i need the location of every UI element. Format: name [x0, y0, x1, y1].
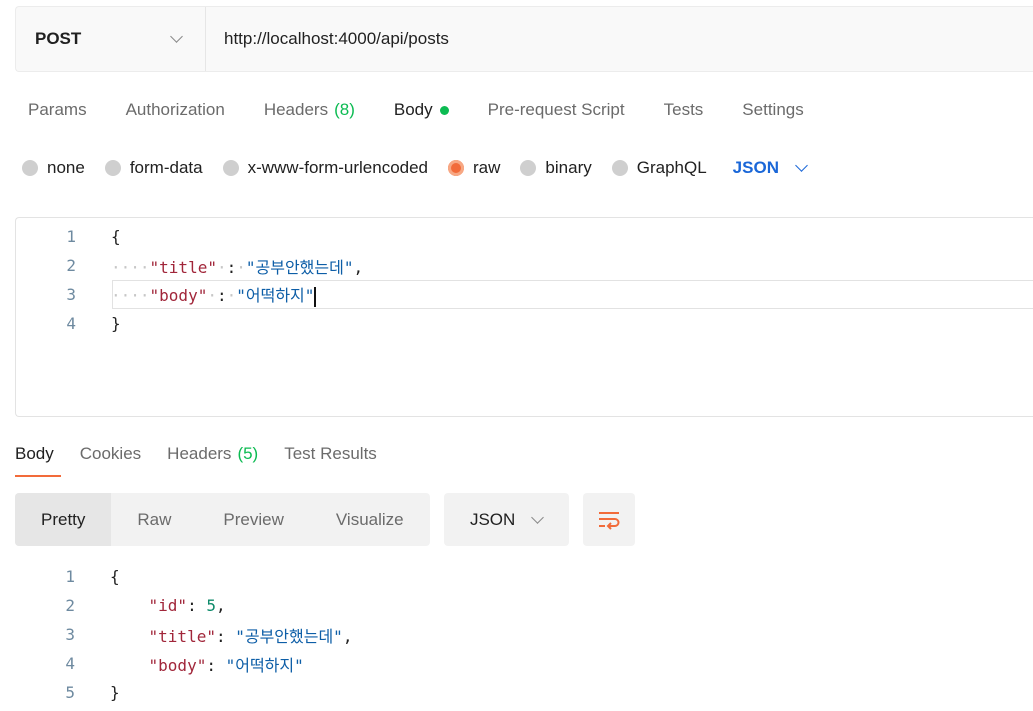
code-line: 3 "title": "공부안했는데",: [15, 620, 1033, 649]
tab-params[interactable]: Params: [28, 100, 87, 120]
code-line: 1 {: [15, 562, 1033, 591]
tab-authorization[interactable]: Authorization: [126, 100, 225, 120]
tab-body[interactable]: Body: [394, 100, 449, 120]
request-body-editor[interactable]: 1 { 2 ····"title"·:·"공부안했는데", 3 ····"bod…: [15, 217, 1033, 417]
radio-binary[interactable]: binary: [520, 158, 592, 178]
code-line: 2 ····"title"·:·"공부안했는데",: [16, 251, 1033, 280]
radio-circle-icon: [222, 160, 239, 176]
code-line: 4 }: [16, 309, 1033, 338]
body-indicator-dot-icon: [439, 105, 449, 115]
radio-circle-icon: [611, 160, 628, 176]
radio-graphql[interactable]: GraphQL: [611, 158, 707, 178]
code-line: 4 "body": "어떡하지": [15, 649, 1033, 678]
line-number: 2: [66, 256, 76, 275]
view-mode-pretty[interactable]: Pretty: [15, 493, 112, 546]
response-tabs: Body Cookies Headers (5) Test Results: [15, 444, 403, 477]
line-number: 4: [66, 314, 76, 333]
response-tab-test-results[interactable]: Test Results: [284, 444, 377, 464]
response-format-select[interactable]: JSON: [443, 493, 569, 546]
line-number: 3: [65, 625, 75, 644]
response-toolbar: Pretty Raw Preview Visualize JSON: [15, 493, 635, 546]
method-label: POST: [35, 29, 82, 48]
chevron-down-icon: [531, 510, 545, 524]
line-number: 5: [65, 683, 75, 702]
tab-headers[interactable]: Headers (8): [264, 100, 355, 120]
view-mode-raw[interactable]: Raw: [111, 493, 197, 546]
code-line: 2 "id": 5,: [15, 591, 1033, 620]
response-headers-count: (5): [237, 444, 259, 463]
response-tab-cookies[interactable]: Cookies: [80, 444, 141, 464]
radio-form-data[interactable]: form-data: [104, 158, 203, 178]
code-line: 3 ····"body"·:·"어떡하지": [16, 280, 1033, 309]
whitespace-marker: ····: [111, 286, 150, 306]
chevron-down-icon: [170, 30, 183, 43]
method-select[interactable]: POST: [16, 7, 206, 71]
headers-count: (8): [334, 100, 355, 119]
url-input[interactable]: http://localhost:4000/api/posts: [206, 29, 449, 49]
radio-none[interactable]: none: [22, 158, 85, 178]
body-format-select[interactable]: JSON: [733, 158, 808, 178]
tab-pre-request-script[interactable]: Pre-request Script: [488, 100, 625, 120]
wrap-lines-button[interactable]: [582, 493, 635, 546]
radio-circle-icon: [104, 160, 121, 176]
request-url-bar: POST http://localhost:4000/api/posts: [15, 6, 1033, 72]
line-number: 3: [66, 285, 76, 304]
chevron-down-icon: [795, 159, 808, 172]
code-line: 1 {: [16, 222, 1033, 251]
line-number: 1: [65, 567, 75, 586]
response-tab-headers[interactable]: Headers (5): [167, 444, 258, 464]
request-tabs: Params Authorization Headers (8) Body Pre…: [28, 100, 843, 120]
line-number: 1: [66, 227, 76, 246]
radio-selected-icon: [448, 160, 465, 176]
radio-x-www-form-urlencoded[interactable]: x-www-form-urlencoded: [222, 158, 428, 178]
whitespace-marker: ····: [111, 257, 150, 277]
view-mode-visualize[interactable]: Visualize: [310, 493, 430, 546]
radio-raw[interactable]: raw: [448, 158, 500, 178]
response-body-viewer[interactable]: 1 { 2 "id": 5, 3 "title": "공부안했는데", 4 "b…: [15, 562, 1033, 707]
line-number: 2: [65, 596, 75, 615]
tab-tests[interactable]: Tests: [664, 100, 704, 120]
word-wrap-icon: [598, 511, 620, 530]
line-number: 4: [65, 654, 75, 673]
view-mode-segmented-control: Pretty Raw Preview Visualize: [15, 493, 430, 546]
radio-circle-icon: [22, 160, 38, 176]
radio-circle-icon: [520, 160, 537, 176]
view-mode-preview[interactable]: Preview: [197, 493, 309, 546]
body-type-selector: none form-data x-www-form-urlencoded raw…: [22, 158, 808, 178]
response-tab-body[interactable]: Body: [15, 444, 61, 477]
code-line: 5 }: [15, 678, 1033, 707]
active-tab-underline: [15, 475, 61, 477]
tab-settings[interactable]: Settings: [742, 100, 803, 120]
text-caret: [314, 286, 317, 307]
